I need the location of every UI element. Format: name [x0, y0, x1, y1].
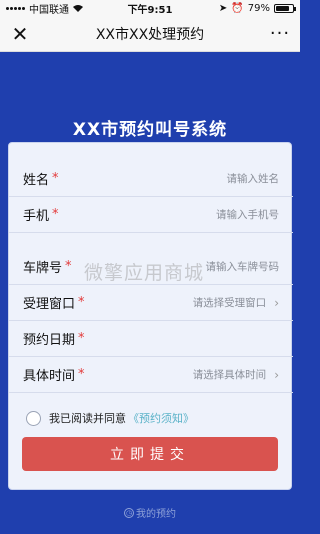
window-select[interactable]: 受理窗口 * 请选择受理窗口 ›	[9, 285, 293, 321]
required-mark: *	[78, 295, 85, 310]
required-mark: *	[52, 207, 59, 222]
watermark: 微擎应用商城	[84, 262, 205, 284]
battery-percent: 79%	[247, 2, 270, 14]
time-select[interactable]: 具体时间 * 请选择具体时间 ›	[9, 357, 293, 393]
date-label: 预约日期	[23, 333, 76, 348]
required-mark: *	[52, 171, 59, 186]
my-appointments-link[interactable]: ◷ 我的预约	[0, 505, 300, 520]
required-mark: *	[78, 331, 85, 346]
chevron-right-icon: ›	[274, 367, 279, 382]
agreement: 我已阅读并同意 《预约须知》	[26, 410, 194, 426]
nav-bar: ✕ XX市XX处理预约 ···	[0, 16, 300, 52]
submit-button[interactable]: 立即提交	[22, 437, 278, 471]
terms-link[interactable]: 《预约须知》	[128, 410, 194, 426]
phone-field[interactable]: 手机 * 请输入手机号	[9, 197, 293, 233]
chevron-right-icon: ›	[274, 295, 279, 310]
date-field[interactable]: 预约日期 *	[9, 321, 293, 357]
my-appointments-label: 我的预约	[136, 509, 176, 520]
window-placeholder: 请选择受理窗口	[192, 297, 267, 309]
system-title: XX市预约叫号系统	[72, 120, 228, 140]
signal-icon	[6, 6, 25, 10]
more-icon[interactable]: ···	[260, 23, 300, 44]
status-time: 下午9:51	[127, 4, 173, 16]
time-label: 具体时间	[23, 369, 76, 384]
time-placeholder: 请选择具体时间	[192, 369, 267, 381]
required-mark: *	[65, 259, 72, 274]
name-field[interactable]: 姓名 * 请输入姓名	[9, 161, 293, 197]
wifi-icon	[73, 4, 83, 12]
name-placeholder[interactable]: 请输入姓名	[227, 171, 280, 186]
plate-placeholder[interactable]: 请输入车牌号码	[206, 259, 280, 274]
agree-radio[interactable]	[26, 410, 41, 426]
window-label: 受理窗口	[23, 297, 76, 312]
clock-icon: ◷	[124, 507, 134, 518]
required-mark: *	[78, 367, 85, 382]
status-bar: 中国联通 下午9:51 ➤ ⏰ 79%	[0, 0, 300, 16]
page-title: XX市XX处理预约	[95, 26, 205, 43]
battery-icon	[274, 3, 296, 13]
phone-placeholder[interactable]: 请输入手机号	[216, 207, 279, 222]
carrier-label: 中国联通	[29, 4, 69, 16]
plate-label: 车牌号	[23, 261, 63, 276]
agree-text: 我已阅读并同意	[49, 412, 126, 425]
location-icon: ➤	[218, 2, 228, 14]
close-icon[interactable]: ✕	[0, 22, 40, 46]
name-label: 姓名	[23, 173, 50, 188]
alarm-icon: ⏰	[231, 2, 244, 14]
phone-label: 手机	[23, 209, 50, 224]
